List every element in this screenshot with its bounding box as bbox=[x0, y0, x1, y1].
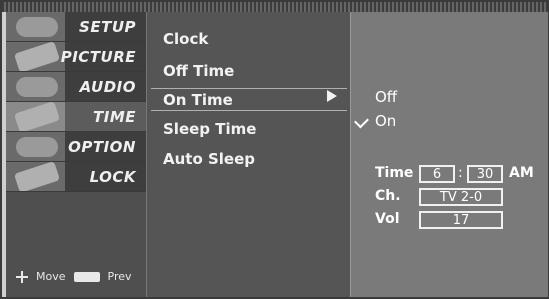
checkmark-icon bbox=[354, 113, 369, 129]
channel-label: Ch. bbox=[375, 188, 401, 204]
tab-lock[interactable]: LOCK bbox=[6, 162, 146, 192]
menu-item-on-time[interactable]: On Time bbox=[163, 91, 233, 109]
time-colon: : bbox=[458, 165, 463, 181]
menu-item-auto-sleep[interactable]: Auto Sleep bbox=[163, 150, 255, 168]
time-icon bbox=[13, 102, 61, 131]
footer-hints: Move Prev bbox=[16, 270, 132, 283]
prev-hint: Prev bbox=[107, 270, 132, 283]
tab-audio[interactable]: AUDIO bbox=[6, 72, 146, 102]
lock-icon bbox=[13, 162, 61, 191]
volume-field[interactable]: 17 bbox=[419, 211, 503, 229]
ampm-indicator[interactable]: AM bbox=[509, 165, 534, 181]
audio-icon bbox=[16, 77, 58, 97]
option-off[interactable]: Off bbox=[375, 88, 397, 106]
menu-divider bbox=[151, 88, 347, 89]
tab-time[interactable]: TIME bbox=[6, 102, 146, 132]
minute-field[interactable]: 30 bbox=[467, 165, 503, 183]
channel-field[interactable]: TV 2-0 bbox=[419, 188, 503, 206]
menu-tab-sidebar: SETUP PICTURE AUDIO TIME OPTION LOCK Mov… bbox=[6, 12, 146, 297]
picture-icon bbox=[13, 42, 61, 71]
time-label: Time bbox=[375, 165, 414, 181]
tv-menu-screen: SETUP PICTURE AUDIO TIME OPTION LOCK Mov… bbox=[0, 0, 549, 299]
submenu-arrow-icon bbox=[327, 90, 337, 102]
volume-label: Vol bbox=[375, 211, 400, 227]
setup-icon bbox=[16, 17, 58, 37]
menu-item-off-time[interactable]: Off Time bbox=[163, 62, 234, 80]
menu-item-sleep-time[interactable]: Sleep Time bbox=[163, 120, 256, 138]
menu-item-clock[interactable]: Clock bbox=[163, 30, 208, 48]
tab-picture[interactable]: PICTURE bbox=[6, 42, 146, 72]
menu-key-icon bbox=[73, 271, 100, 282]
menu-divider bbox=[151, 110, 347, 111]
tab-setup[interactable]: SETUP bbox=[6, 12, 146, 42]
option-icon bbox=[16, 137, 58, 157]
time-submenu: Clock Off Time On Time Sleep Time Auto S… bbox=[146, 12, 351, 297]
dpad-icon bbox=[16, 270, 28, 283]
option-on[interactable]: On bbox=[375, 112, 396, 130]
hour-field[interactable]: 6 bbox=[419, 165, 455, 183]
on-time-panel: Off On Time 6 : 30 AM Ch. TV 2-0 Vol 17 bbox=[350, 12, 548, 297]
move-hint: Move bbox=[36, 270, 66, 283]
tab-list: SETUP PICTURE AUDIO TIME OPTION LOCK bbox=[6, 12, 146, 192]
tab-option[interactable]: OPTION bbox=[6, 132, 146, 162]
